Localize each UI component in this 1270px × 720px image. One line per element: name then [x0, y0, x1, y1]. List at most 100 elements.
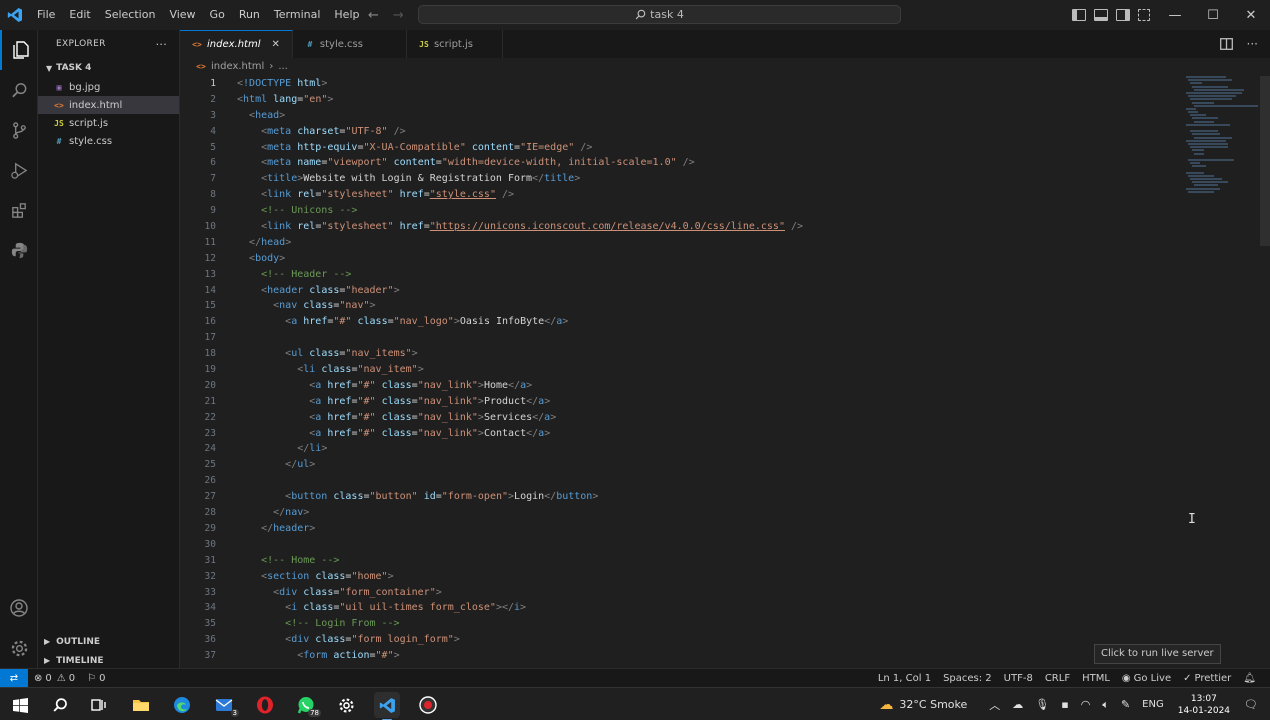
indentation[interactable]: Spaces: 2: [937, 673, 998, 684]
editor-tabs: <> index.html ✕ # style.css JS script.js…: [180, 30, 1270, 58]
toggle-primary-sidebar-icon[interactable]: [1072, 9, 1086, 21]
menu-go[interactable]: Go: [203, 0, 232, 30]
tab-script-js[interactable]: JS script.js: [407, 30, 504, 58]
minimap-line: [1192, 133, 1220, 136]
notifications-bell-icon[interactable]: 🔔︎: [1237, 673, 1262, 684]
edge-browser-icon[interactable]: [169, 692, 195, 718]
source-control-icon[interactable]: [0, 110, 38, 150]
language-mode[interactable]: HTML: [1076, 673, 1116, 684]
remote-window-button[interactable]: ⇄: [0, 668, 28, 688]
problems-indicator[interactable]: ⊗ 0 ⚠ 0: [28, 673, 81, 684]
ports-indicator[interactable]: ⚐ 0: [81, 673, 111, 684]
forward-arrow-icon[interactable]: →: [393, 8, 404, 23]
weather-widget[interactable]: ☁ 32°C Smoke: [873, 697, 973, 713]
accounts-icon[interactable]: [0, 588, 38, 628]
breadcrumb-file[interactable]: index.html: [211, 61, 264, 72]
explorer-icon[interactable]: [0, 30, 38, 70]
input-language[interactable]: ENG: [1136, 699, 1170, 710]
menu-edit[interactable]: Edit: [62, 0, 97, 30]
task-view-icon[interactable]: [86, 692, 112, 718]
command-center-search[interactable]: task 4: [418, 5, 901, 24]
file-bg-jpg[interactable]: ▣ bg.jpg: [38, 78, 179, 96]
editor-scrollbar[interactable]: [1260, 76, 1270, 246]
settings-gear-icon[interactable]: [333, 692, 359, 718]
line-number: 20: [204, 379, 216, 391]
file-encoding[interactable]: UTF-8: [998, 673, 1039, 684]
screen-recorder-icon[interactable]: [415, 692, 441, 718]
chevron-up-icon[interactable]: ︿: [983, 697, 1006, 713]
menu-run[interactable]: Run: [232, 0, 267, 30]
more-actions-icon[interactable]: ···: [1247, 37, 1258, 51]
menu-selection[interactable]: Selection: [98, 0, 163, 30]
vscode-taskbar-icon[interactable]: [374, 692, 400, 720]
mail-icon[interactable]: 3: [211, 692, 239, 718]
line-number: 12: [204, 252, 216, 264]
live-server-tooltip: Click to run live server: [1094, 644, 1221, 664]
customize-layout-icon[interactable]: [1138, 9, 1150, 21]
settings-gear-icon[interactable]: [0, 628, 38, 668]
tab-index-html[interactable]: <> index.html ✕: [180, 30, 293, 58]
js-file-icon: JS: [419, 39, 429, 49]
windows-start-icon[interactable]: [7, 692, 33, 718]
minimap-line: [1192, 149, 1204, 152]
file-script-js[interactable]: JS script.js: [38, 114, 179, 132]
code-editor[interactable]: 1 2 3 4 5 6 7 8 9 10 11 12 13 14 15 16 17 18 19 20 21 22 23 24 2…: [180, 76, 1270, 668]
code-line: <div class="form login_form">: [285, 634, 460, 646]
search-icon[interactable]: [47, 692, 73, 718]
go-live-button[interactable]: ◉ Go Live: [1116, 673, 1177, 684]
file-style-css[interactable]: # style.css: [38, 132, 179, 150]
breadcrumb-rest[interactable]: ...: [278, 61, 288, 72]
menu-terminal[interactable]: Terminal: [267, 0, 328, 30]
microphone-icon[interactable]: 🎙︎: [1029, 698, 1055, 711]
minimap-line: [1194, 120, 1214, 123]
outline-section[interactable]: ▶ OUTLINE: [38, 632, 180, 651]
menu-help[interactable]: Help: [327, 0, 366, 30]
tab-style-css[interactable]: # style.css: [293, 30, 407, 58]
timeline-title: TIMELINE: [56, 655, 104, 666]
menu-file[interactable]: File: [30, 0, 62, 30]
close-window-button[interactable]: ✕: [1232, 0, 1270, 30]
toggle-panel-icon[interactable]: [1094, 9, 1108, 21]
explorer-more-actions[interactable]: ···: [156, 38, 167, 51]
folder-task4[interactable]: ▼ TASK 4: [38, 58, 179, 78]
windows-taskbar: 3 78 ☁ 32°C Smoke ︿ ☁ 🎙︎ ▪ ◠ 🔈︎ ✎ ENG 13…: [0, 687, 1270, 720]
close-icon[interactable]: ✕: [272, 39, 280, 50]
line-number: 27: [204, 491, 216, 503]
opera-browser-icon[interactable]: [252, 692, 278, 718]
menu-view[interactable]: View: [162, 0, 202, 30]
toggle-secondary-sidebar-icon[interactable]: [1116, 9, 1130, 21]
minimize-button[interactable]: —: [1156, 0, 1194, 30]
code-line: <a href="#" class="nav_link">Contact</a>: [309, 427, 551, 439]
camera-icon[interactable]: ▪: [1055, 698, 1074, 711]
extensions-icon[interactable]: [0, 190, 38, 230]
whatsapp-icon[interactable]: 78: [293, 692, 321, 718]
pen-icon[interactable]: ✎: [1115, 698, 1136, 711]
run-debug-icon[interactable]: [0, 150, 38, 190]
clock[interactable]: 13:07 14-01-2024: [1170, 693, 1238, 717]
minimap-line: [1186, 91, 1242, 94]
wifi-icon[interactable]: ◠: [1075, 698, 1097, 711]
file-index-html[interactable]: <> index.html: [38, 96, 179, 114]
cursor-position[interactable]: Ln 1, Col 1: [872, 673, 937, 684]
double-check-icon: ✓: [1183, 673, 1192, 684]
explorer-title: EXPLORER: [56, 39, 106, 49]
split-editor-icon[interactable]: [1219, 38, 1233, 50]
file-explorer-icon[interactable]: [128, 692, 154, 718]
prettier-button[interactable]: ✓ Prettier: [1177, 673, 1237, 684]
code-content[interactable]: <!DOCTYPE html> <html lang="en"> <head> …: [237, 76, 1177, 664]
file-name: index.html: [69, 99, 123, 111]
onedrive-cloud-icon[interactable]: ☁: [1006, 698, 1029, 711]
back-arrow-icon[interactable]: ←: [368, 8, 379, 23]
maximize-button[interactable]: ☐: [1194, 0, 1232, 30]
python-icon[interactable]: [0, 230, 38, 270]
end-of-line[interactable]: CRLF: [1039, 673, 1076, 684]
weather-text: 32°C Smoke: [899, 698, 968, 711]
volume-icon[interactable]: 🔈︎: [1096, 698, 1115, 712]
minimap[interactable]: [1186, 76, 1258, 206]
search-icon[interactable]: [0, 70, 38, 110]
folder-name: TASK 4: [56, 63, 92, 73]
line-number: 2: [210, 93, 216, 105]
notification-center-icon[interactable]: 🗨︎: [1238, 698, 1270, 711]
